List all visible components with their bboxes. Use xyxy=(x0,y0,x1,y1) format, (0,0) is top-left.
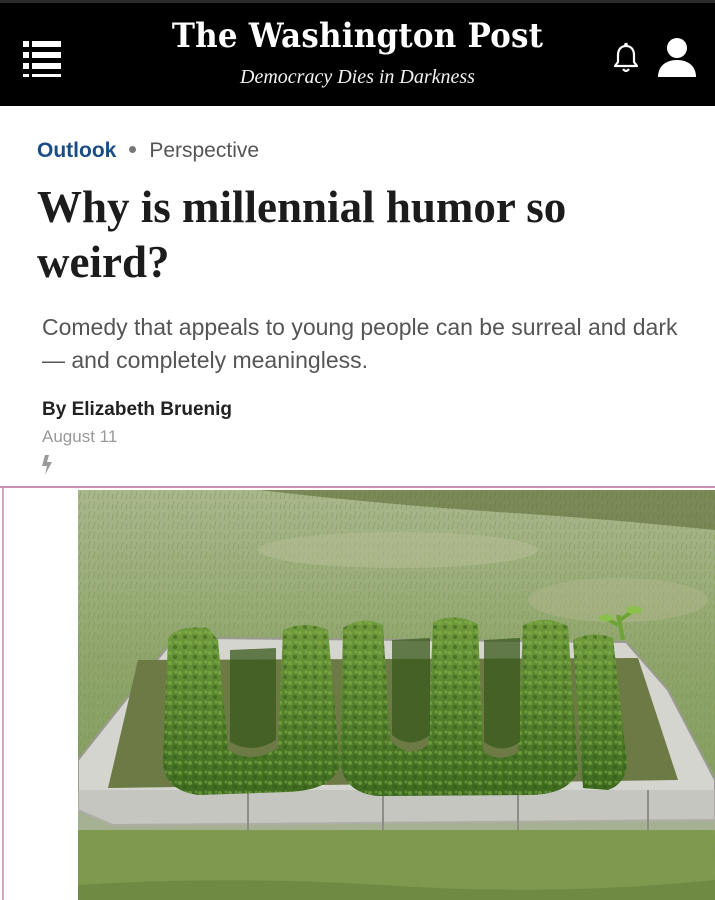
site-logo[interactable]: The Washington Post xyxy=(150,11,565,61)
article-dek: Comedy that appeals to young people can … xyxy=(42,314,678,373)
menu-button[interactable] xyxy=(23,39,61,77)
user-icon xyxy=(658,38,696,77)
perspective-label: Perspective xyxy=(149,139,260,162)
lead-image-container xyxy=(0,486,715,900)
article-header: Outlook Perspective Why is millennial hum… xyxy=(0,106,715,486)
article-page: The Washington Post Democracy Dies in Da… xyxy=(0,0,715,900)
publish-date: August 11 xyxy=(42,427,118,446)
image-edge xyxy=(2,488,4,900)
byline-prefix: By xyxy=(42,399,72,420)
bell-icon xyxy=(613,42,639,73)
menu-icon xyxy=(23,41,61,77)
site-header: The Washington Post Democracy Dies in Da… xyxy=(0,0,715,106)
section-link-outlook[interactable]: Outlook xyxy=(37,139,116,162)
byline: By Elizabeth Bruenig xyxy=(42,398,232,422)
account-button[interactable] xyxy=(656,36,698,78)
author-link[interactable]: Elizabeth Bruenig xyxy=(72,399,232,420)
article-kicker: Outlook Perspective xyxy=(37,138,259,164)
lead-photo xyxy=(78,490,715,900)
lightning-bolt-icon xyxy=(42,455,52,475)
article-headline: Why is millennial humor so weird? xyxy=(37,182,567,287)
notifications-button[interactable] xyxy=(612,41,640,75)
site-tagline: Democracy Dies in Darkness xyxy=(240,66,475,88)
separator-dot xyxy=(129,146,137,154)
masthead[interactable]: The Washington Post Democracy Dies in Da… xyxy=(150,13,565,89)
